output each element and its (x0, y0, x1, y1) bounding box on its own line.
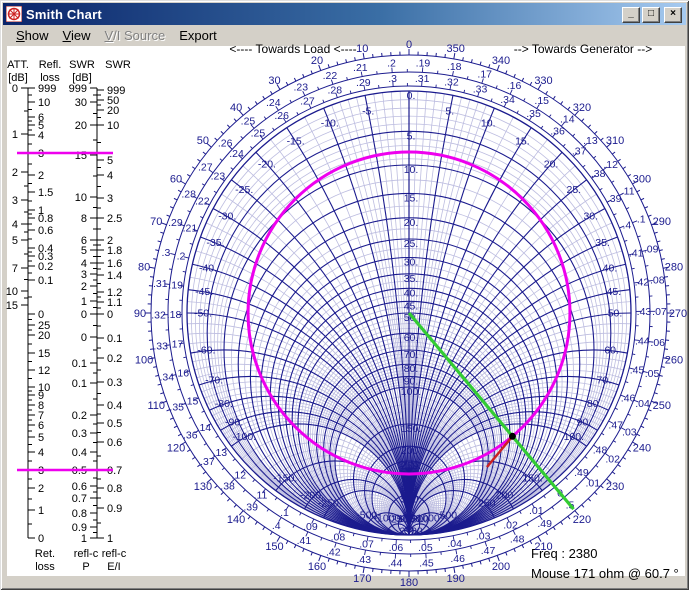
towards-load-label: <---- Towards Load <---- (222, 42, 364, 56)
menu-item-view[interactable]: View (56, 25, 98, 46)
svg-text:180: 180 (400, 577, 418, 589)
frequency-readout: Freq : 2380 (531, 546, 598, 561)
app-window: Smith Chart _□× ShowViewV/I SourceExport… (0, 0, 689, 590)
window-title: Smith Chart (26, 7, 102, 22)
title-bar[interactable]: Smith Chart _□× (3, 3, 686, 25)
maximize-button[interactable]: □ (642, 7, 660, 23)
menu-item-v-i-source[interactable]: V/I Source (97, 25, 172, 46)
minimize-button[interactable]: _ (622, 7, 640, 23)
menu-item-show[interactable]: Show (9, 25, 56, 46)
towards-generator-label: --> Towards Generator --> (504, 42, 662, 56)
window-buttons: _□× (620, 7, 682, 23)
menu-item-export[interactable]: Export (172, 25, 224, 46)
client-area[interactable] (7, 46, 685, 576)
close-button[interactable]: × (664, 7, 682, 23)
mouse-impedance-readout: Mouse 171 ohm @ 60.7 ° (531, 566, 679, 581)
app-icon (6, 6, 22, 22)
